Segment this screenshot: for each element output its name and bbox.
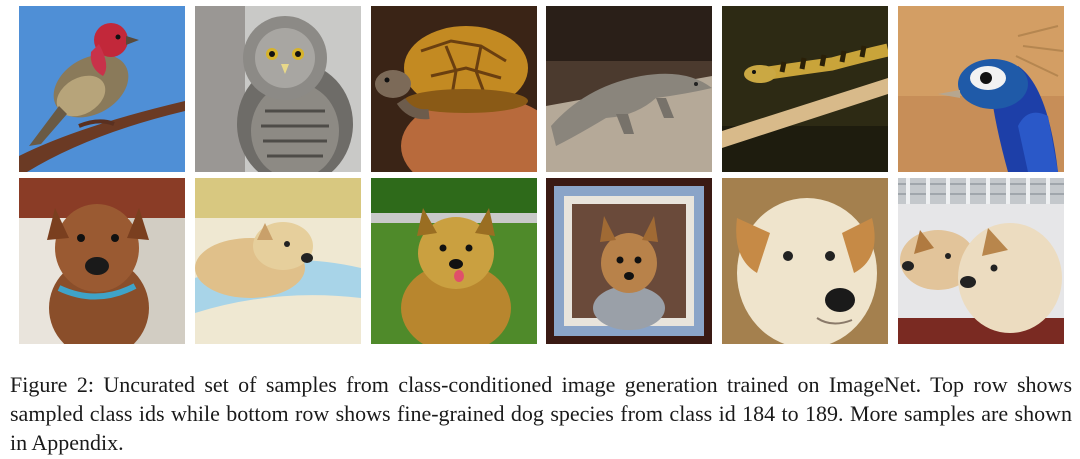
turtle-sample [371, 6, 537, 172]
norfolk-terrier-sample [195, 178, 361, 344]
yorkshire-terrier-sample [546, 178, 712, 344]
norwich-terrier-sample [371, 178, 537, 344]
lizard-sample [546, 6, 712, 172]
irish-terrier-sample [19, 178, 185, 344]
figure-caption-text: Uncurated set of samples from class-cond… [10, 372, 1073, 455]
house-finch-sample [19, 6, 185, 172]
figure-caption: Figure 2: Uncurated set of samples from … [10, 370, 1072, 457]
snake-sample [722, 6, 888, 172]
wire-haired-fox-terrier-sample [722, 178, 888, 344]
lakeland-terrier-sample [898, 178, 1064, 344]
great-grey-owl-sample [195, 6, 361, 172]
figure: Figure 2: Uncurated set of samples from … [0, 0, 1080, 459]
figure-caption-label: Figure 2: [10, 372, 94, 397]
peacock-sample [898, 6, 1064, 172]
